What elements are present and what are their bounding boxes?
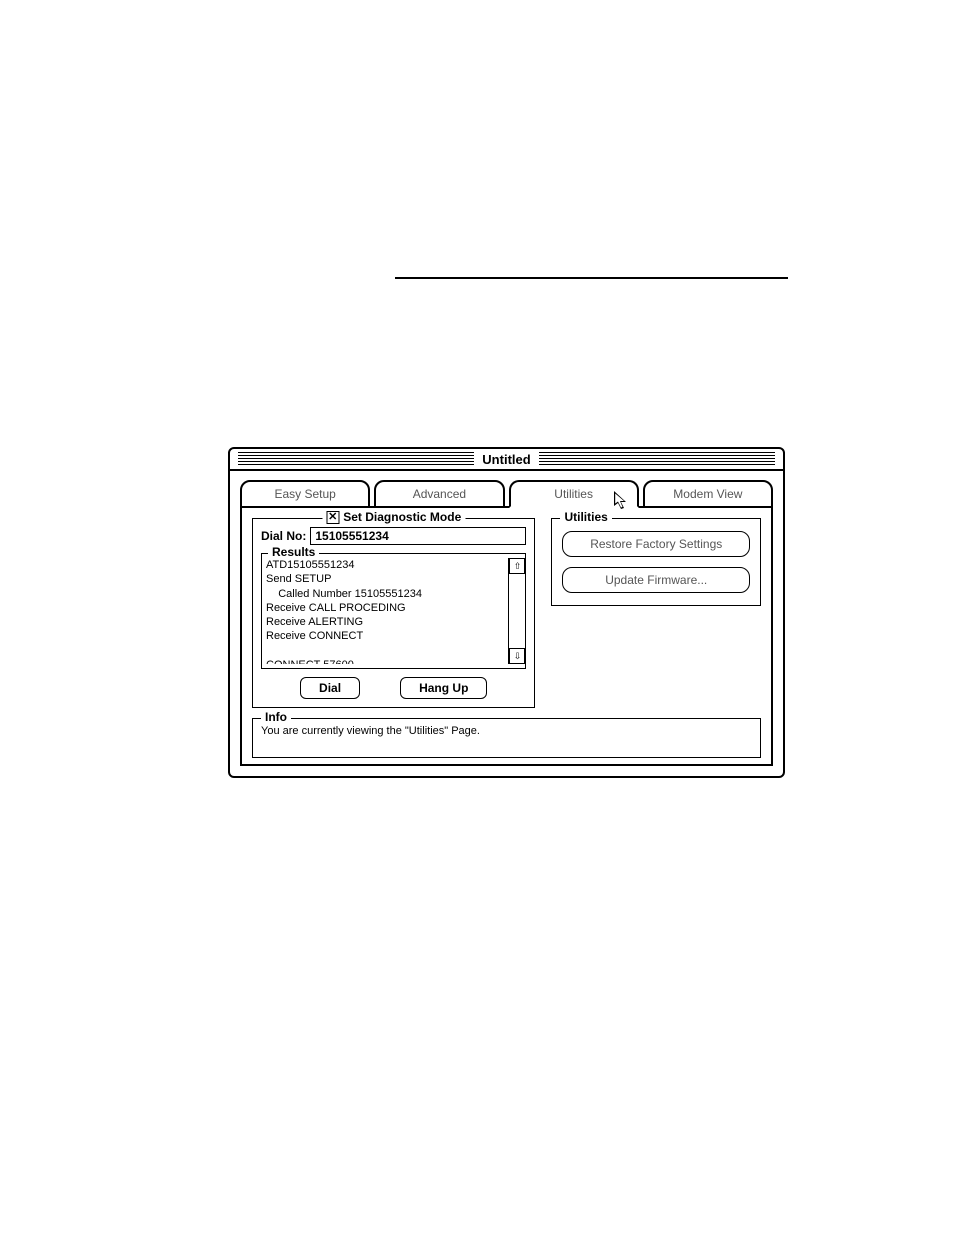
results-group: Results ATD15105551234 Send SETUP Called… bbox=[261, 553, 526, 669]
utilities-legend: Utilities bbox=[560, 510, 611, 524]
tabs-row: Easy Setup Advanced Utilities Modem View bbox=[230, 471, 783, 508]
dial-label: Dial No: bbox=[261, 529, 306, 543]
right-column: Utilities Restore Factory Settings Updat… bbox=[551, 518, 761, 606]
tab-easy-setup[interactable]: Easy Setup bbox=[240, 480, 370, 508]
dial-input[interactable] bbox=[310, 527, 526, 545]
tab-advanced[interactable]: Advanced bbox=[374, 480, 504, 508]
update-firmware-button[interactable]: Update Firmware... bbox=[562, 567, 750, 593]
window-title: Untitled bbox=[474, 452, 538, 467]
results-scrollbar[interactable]: ⇧ ⇩ bbox=[508, 558, 525, 664]
scroll-down-icon[interactable]: ⇩ bbox=[509, 648, 525, 664]
tab-utilities[interactable]: Utilities bbox=[509, 480, 639, 508]
left-column: ✕ Set Diagnostic Mode Dial No: Results A… bbox=[252, 518, 535, 708]
diagnostic-legend: ✕ Set Diagnostic Mode bbox=[322, 510, 465, 524]
restore-factory-button[interactable]: Restore Factory Settings bbox=[562, 531, 750, 557]
results-legend: Results bbox=[268, 545, 319, 559]
scroll-up-icon[interactable]: ⇧ bbox=[509, 558, 525, 574]
tab-panel: ✕ Set Diagnostic Mode Dial No: Results A… bbox=[240, 506, 773, 766]
dial-row: Dial No: bbox=[261, 527, 526, 545]
results-text: ATD15105551234 Send SETUP Called Number … bbox=[266, 558, 508, 664]
info-text: You are currently viewing the "Utilities… bbox=[261, 725, 752, 737]
titlebar[interactable]: Untitled bbox=[230, 449, 783, 471]
window: Untitled Easy Setup Advanced Utilities M… bbox=[228, 447, 785, 778]
info-legend: Info bbox=[261, 710, 291, 724]
set-diagnostic-checkbox[interactable]: ✕ bbox=[326, 511, 339, 524]
info-group: Info You are currently viewing the "Util… bbox=[252, 718, 761, 758]
hangup-button[interactable]: Hang Up bbox=[400, 677, 487, 699]
dial-button[interactable]: Dial bbox=[300, 677, 360, 699]
diagnostic-group: ✕ Set Diagnostic Mode Dial No: Results A… bbox=[252, 518, 535, 708]
tab-modem-view[interactable]: Modem View bbox=[643, 480, 773, 508]
horizontal-rule bbox=[395, 277, 788, 279]
dial-buttons: Dial Hang Up bbox=[261, 677, 526, 699]
content-row: ✕ Set Diagnostic Mode Dial No: Results A… bbox=[252, 518, 761, 708]
results-area: ATD15105551234 Send SETUP Called Number … bbox=[266, 558, 525, 664]
diagnostic-legend-label: Set Diagnostic Mode bbox=[343, 510, 461, 524]
utilities-group: Utilities Restore Factory Settings Updat… bbox=[551, 518, 761, 606]
